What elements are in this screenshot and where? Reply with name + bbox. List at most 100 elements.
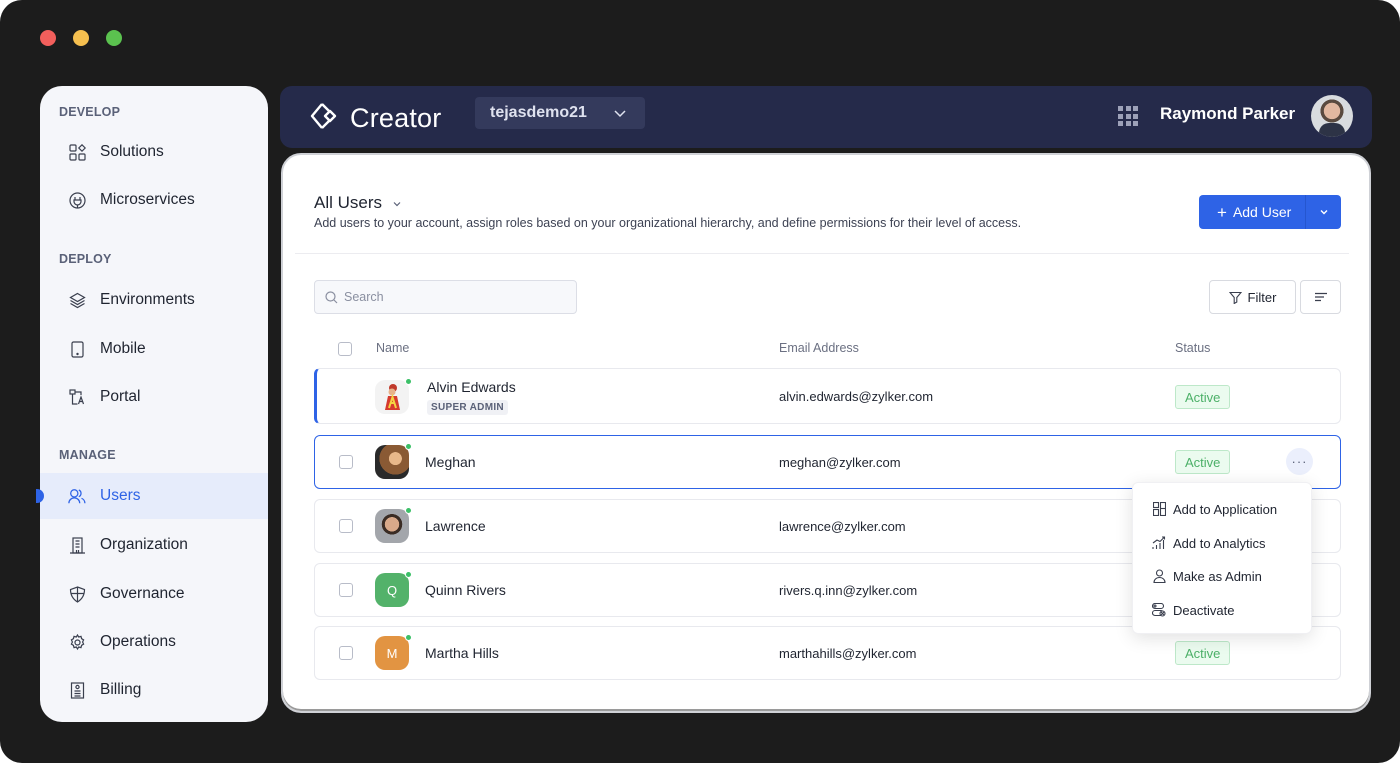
chevron-down-icon: [392, 194, 402, 214]
user-avatar: [375, 507, 412, 543]
minimize-window-button[interactable]: [73, 30, 89, 46]
window-controls: [40, 30, 122, 46]
online-indicator: [405, 507, 412, 514]
user-email: meghan@zylker.com: [779, 455, 901, 470]
page-title: All Users: [314, 193, 383, 212]
menu-item-add-to-application[interactable]: Add to Application: [1133, 494, 1313, 524]
sidebar-item-mobile[interactable]: Mobile: [40, 326, 268, 372]
menu-item-label: Add to Application: [1173, 501, 1278, 517]
menu-item-label: Add to Analytics: [1173, 535, 1266, 551]
sidebar-item-governance[interactable]: Governance: [40, 571, 268, 617]
user-name[interactable]: Raymond Parker: [1160, 104, 1295, 124]
solutions-icon: [68, 143, 86, 161]
creator-logo-icon: [308, 100, 340, 137]
sidebar-item-portal[interactable]: Portal: [40, 374, 268, 420]
search-icon: [325, 290, 338, 303]
sidebar-item-billing[interactable]: Billing: [40, 667, 268, 713]
sort-lines-icon: [1314, 292, 1327, 302]
sidebar-item-microservices[interactable]: Microservices: [40, 177, 268, 223]
user-name: Meghan: [425, 454, 476, 470]
section-title-manage: MANAGE: [59, 448, 116, 462]
online-indicator: [405, 571, 412, 578]
column-header-email[interactable]: Email Address: [779, 341, 859, 355]
menu-item-add-to-analytics[interactable]: Add to Analytics: [1133, 528, 1313, 558]
column-header-status[interactable]: Status: [1175, 341, 1210, 355]
online-indicator: [405, 443, 412, 450]
user-name: Quinn Rivers: [425, 582, 506, 598]
search-input[interactable]: [344, 290, 564, 304]
users-icon: [68, 487, 86, 505]
row-checkbox[interactable]: [339, 646, 353, 660]
layers-icon: [68, 291, 86, 309]
sidebar-item-operations[interactable]: Operations: [40, 619, 268, 665]
more-actions-button[interactable]: ···: [1286, 448, 1313, 475]
user-avatar: [375, 443, 412, 479]
sidebar-item-label: Organization: [100, 536, 188, 553]
header-divider: [295, 253, 1349, 254]
sort-button[interactable]: [1300, 280, 1341, 314]
add-user-button[interactable]: + Add User: [1199, 195, 1305, 229]
sidebar-item-label: Governance: [100, 585, 185, 602]
filter-icon: [1228, 291, 1242, 304]
apps-grid-icon[interactable]: [1118, 106, 1138, 126]
column-header-name[interactable]: Name: [376, 341, 409, 355]
gear-icon: [68, 633, 86, 651]
user-email: alvin.edwards@zylker.com: [779, 389, 934, 404]
receipt-icon: [68, 681, 86, 699]
online-indicator: [405, 378, 412, 385]
sidebar-item-label: Microservices: [100, 191, 195, 208]
menu-item-label: Deactivate: [1173, 602, 1235, 618]
table-row[interactable]: Alvin Edwards SUPER ADMIN alvin.edwards@…: [314, 368, 1341, 424]
workspace-name: tejasdemo21: [490, 104, 587, 121]
row-checkbox[interactable]: [339, 455, 353, 469]
row-checkbox[interactable]: [339, 519, 353, 533]
role-badge: SUPER ADMIN: [427, 400, 508, 415]
sidebar-item-label: Users: [100, 487, 141, 504]
filter-label: Filter: [1247, 289, 1277, 305]
sidebar-item-solutions[interactable]: Solutions: [40, 129, 268, 175]
user-avatar: [375, 378, 412, 414]
application-icon: [1152, 502, 1166, 516]
status-badge: Active: [1175, 385, 1231, 409]
sidebar-item-label: Operations: [100, 633, 176, 650]
shield-icon: [68, 585, 86, 603]
online-indicator: [405, 634, 412, 641]
filter-button[interactable]: Filter: [1209, 280, 1296, 314]
sidebar-item-label: Environments: [100, 291, 195, 308]
table-row[interactable]: Meghan meghan@zylker.com Active ···: [314, 435, 1341, 489]
portal-icon: [68, 388, 86, 406]
section-title-deploy: DEPLOY: [59, 252, 112, 266]
users-view-selector[interactable]: All Users: [314, 192, 402, 214]
menu-item-deactivate[interactable]: Deactivate: [1133, 595, 1313, 625]
sidebar-item-organization[interactable]: Organization: [40, 522, 268, 568]
select-all-checkbox[interactable]: [338, 342, 352, 356]
sidebar: DEVELOP Solutions Microservices DEPLOY E…: [36, 86, 268, 722]
ellipsis-icon: ···: [1291, 454, 1308, 469]
search-box[interactable]: [314, 280, 577, 314]
alvin-avatar-image: [385, 384, 400, 410]
page-description: Add users to your account, assign roles …: [314, 216, 1022, 230]
app-window: DEVELOP Solutions Microservices DEPLOY E…: [0, 0, 1400, 763]
workspace-select[interactable]: tejasdemo21: [475, 97, 645, 129]
avatar-initial: M: [386, 645, 398, 661]
close-window-button[interactable]: [40, 30, 56, 46]
creator-logo[interactable]: Creator: [308, 100, 441, 137]
maximize-window-button[interactable]: [106, 30, 122, 46]
user-email: rivers.q.inn@zylker.com: [779, 583, 918, 598]
sidebar-item-label: Mobile: [100, 340, 146, 357]
sidebar-item-label: Solutions: [100, 143, 164, 160]
add-user-options-button[interactable]: [1305, 195, 1341, 229]
sidebar-item-users[interactable]: Users: [36, 473, 268, 519]
sidebar-item-environments[interactable]: Environments: [40, 277, 268, 323]
sidebar-item-label: Billing: [100, 681, 142, 698]
menu-item-make-as-admin[interactable]: Make as Admin: [1133, 561, 1313, 591]
app-name: Creator: [350, 103, 442, 133]
user-name: Lawrence: [425, 518, 486, 534]
table-row[interactable]: M Martha Hills marthahills@zylker.com Ac…: [314, 626, 1341, 680]
active-indicator: [36, 489, 44, 503]
user-avatar[interactable]: [1311, 95, 1353, 137]
row-checkbox[interactable]: [339, 583, 353, 597]
chevron-down-icon: [613, 106, 627, 125]
user-name: Alvin Edwards: [427, 379, 516, 395]
admin-icon: [1152, 569, 1166, 583]
